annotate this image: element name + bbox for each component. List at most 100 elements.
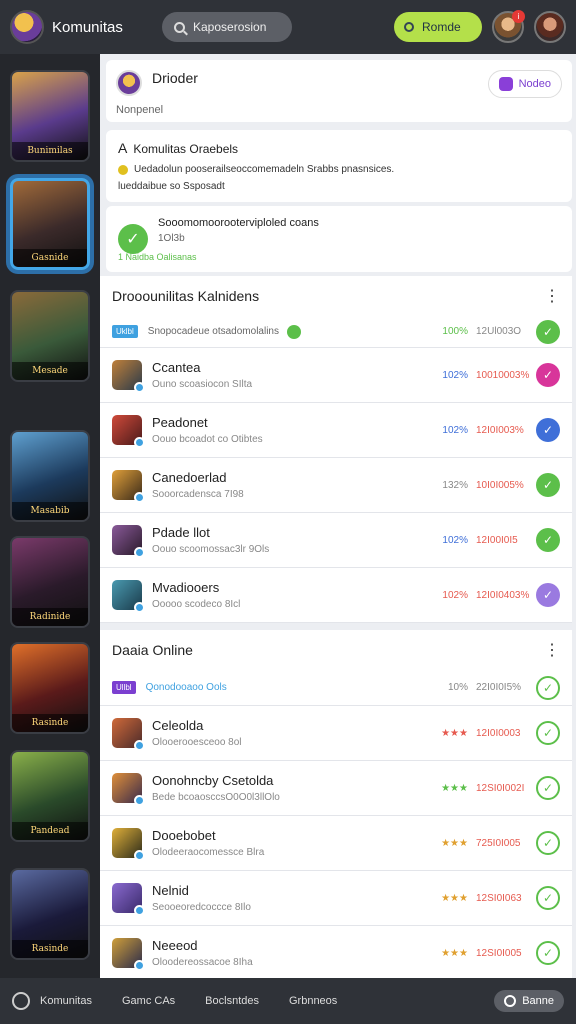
item-thumbnail	[112, 773, 145, 806]
item-name: Peadonet	[152, 415, 208, 430]
section-title-2: Daaia Online	[112, 642, 193, 658]
summary-check-button[interactable]: ✓	[536, 319, 560, 344]
item-action-button[interactable]: ✓	[536, 473, 560, 497]
list-item[interactable]: Pdade llot Oouo scoomossac3lr 9Ols 102% 12I…	[100, 513, 572, 568]
info-line-1-text: Uedadolun pooserailseoccomemadeln Srabbs…	[134, 164, 395, 175]
item-name: Neeeod	[152, 938, 198, 953]
section-summary-row: Uklbl Snopocadeue otsadomolalins 100% 12…	[100, 316, 572, 348]
item-value: 10010003%	[476, 369, 530, 381]
item-value: 12I0I003%	[476, 424, 524, 436]
item-subtitle: Olodeeraocomessce Blra	[152, 847, 265, 858]
avatar[interactable]: i	[492, 10, 525, 43]
profile-button[interactable]: Nodeo	[487, 70, 562, 98]
item-text: Ccantea Ouno scoasiocon SIlta	[152, 360, 436, 390]
item-rating: 102%	[442, 369, 468, 381]
info-line-2: lueddaibue so Ssposadt	[118, 181, 225, 192]
list-item[interactable]: Canedoerlad Sooorcadensca 7I98 132% 10I0I00…	[100, 458, 572, 513]
section-summary-text-2: Qonodooaoo Ools	[145, 682, 227, 693]
item-action-button[interactable]: ✓	[536, 776, 560, 800]
item-thumbnail	[112, 718, 145, 751]
rail-item-4[interactable]: Masabib	[10, 430, 90, 522]
community-rail: Bunimilas Gasnide Mesade Masabib Radinid…	[0, 54, 100, 978]
primary-action-button[interactable]: Romde	[394, 12, 482, 42]
chat-icon	[498, 77, 513, 91]
item-value: 12SI0I063	[476, 892, 522, 904]
rail-item-7[interactable]: Pandead	[10, 750, 90, 842]
item-action-button[interactable]: ✓	[536, 941, 560, 965]
info-heading: A Komulitas Oraebels	[118, 140, 560, 156]
search-icon	[174, 21, 185, 33]
bottom-tab-1[interactable]: Komunitas	[40, 995, 92, 1007]
item-text: Peadonet Oouo bcoadot co Otibtes	[152, 415, 436, 445]
home-icon[interactable]	[12, 992, 30, 1010]
rail-item-6[interactable]: Rasinde	[10, 642, 90, 734]
list-item[interactable]: Celeolda Olooerooesceoo 8ol ★★★ 12I0I0003 ✓	[100, 706, 572, 761]
bottom-tab-3[interactable]: Boclsntdes	[205, 995, 259, 1007]
app-logo-icon[interactable]	[10, 10, 44, 44]
section-title: Drooounilitas Kalnidens	[112, 288, 260, 304]
list-item[interactable]: Neeeod Oloodereossacoe 8Iha ★★★ 12SI0I005 ✓	[100, 926, 572, 978]
status-dot-icon	[134, 492, 145, 503]
item-thumbnail	[112, 415, 145, 448]
rail-item-1[interactable]: Bunimilas	[10, 70, 90, 162]
item-text: Pdade llot Oouo scoomossac3lr 9Ols	[152, 525, 436, 555]
bottom-tab-4[interactable]: Grbnneos	[289, 995, 337, 1007]
item-rating: ★★★	[441, 892, 468, 904]
item-action-button[interactable]: ✓	[536, 363, 560, 387]
list-item[interactable]: Dooebobet Olodeeraocomessce Blra ★★★ 725I0I…	[100, 816, 572, 871]
rail-item-label: Masabib	[12, 502, 88, 520]
list-item[interactable]: Oonohncby Csetolda Bede bcoaosccsO0O0l3ll…	[100, 761, 572, 816]
item-text: Dooebobet Olodeeraocomessce Blra	[152, 828, 436, 858]
list-item[interactable]: Peadonet Oouo bcoadot co Otibtes 102% 12I0I…	[100, 403, 572, 458]
status-link[interactable]: 1 Naidba Oalisanas	[118, 252, 319, 262]
bottom-button[interactable]: Banne	[494, 990, 564, 1012]
rail-item-2[interactable]: Gasnide	[10, 178, 90, 270]
search-input[interactable]: Kaposerosion	[162, 12, 292, 42]
rail-item-label: Rasinde	[12, 714, 88, 732]
more-icon[interactable]: ⋮	[544, 286, 560, 306]
item-action-button[interactable]: ✓	[536, 528, 560, 552]
item-text: Oonohncby Csetolda Bede bcoaosccsO0O0l3ll…	[152, 773, 436, 803]
item-name: Canedoerlad	[152, 470, 227, 485]
summary-check-button-2[interactable]: ✓	[536, 675, 560, 700]
list-item[interactable]: Nelnid Seooeoredcoccce 8Ilo ★★★ 12SI0I063 ✓	[100, 871, 572, 926]
item-action-button[interactable]: ✓	[536, 886, 560, 910]
item-subtitle: Olooerooesceoo 8ol	[152, 737, 242, 748]
list-item[interactable]: Ccantea Ouno scoasiocon SIlta 102% 10010003…	[100, 348, 572, 403]
item-subtitle: Oloodereossacoe 8Iha	[152, 957, 253, 968]
item-thumbnail	[112, 470, 145, 503]
rail-item-label: Bunimilas	[12, 142, 88, 160]
rail-item-8[interactable]: Rasinde	[10, 868, 90, 960]
item-action-button[interactable]: ✓	[536, 831, 560, 855]
user-avatar[interactable]	[534, 11, 566, 43]
item-action-button[interactable]: ✓	[536, 721, 560, 745]
bottom-tab-2[interactable]: Gamc CAs	[122, 995, 175, 1007]
item-name: Oonohncby Csetolda	[152, 773, 274, 788]
status-dot-icon	[134, 382, 145, 393]
rail-item-3[interactable]: Mesade	[10, 290, 90, 382]
notification-badge: i	[512, 10, 525, 23]
status-dot-icon	[134, 795, 145, 806]
check-icon: ✓	[118, 224, 148, 254]
item-subtitle: Ooooo scodeco 8Icl	[152, 599, 241, 610]
item-name: Dooebobet	[152, 828, 216, 843]
more-icon[interactable]: ⋮	[544, 640, 560, 660]
item-rating: 102%	[442, 589, 468, 601]
item-action-button[interactable]: ✓	[536, 418, 560, 442]
item-rating: ★★★	[441, 947, 468, 959]
rail-item-5[interactable]: Radinide	[10, 536, 90, 628]
profile-header: Drioder Nonpenel Nodeo	[106, 60, 572, 122]
item-text: Neeeod Oloodereossacoe 8Iha	[152, 938, 436, 968]
item-value: 12I0I0003	[476, 727, 521, 739]
profile-title: Drioder	[152, 70, 198, 86]
rail-item-label: Mesade	[12, 362, 88, 380]
summary-percent-2: 10%	[447, 682, 468, 693]
item-action-button[interactable]: ✓	[536, 583, 560, 607]
item-text: Mvadiooers Ooooo scodeco 8Icl	[152, 580, 436, 610]
section-tag: Uklbl	[112, 325, 138, 338]
list-item[interactable]: Mvadiooers Ooooo scodeco 8Icl 102% 12I0I040…	[100, 568, 572, 623]
status-dot-icon	[134, 547, 145, 558]
item-rating: ★★★	[441, 782, 468, 794]
app-title: Komunitas	[52, 18, 123, 36]
search-placeholder: Kaposerosion	[193, 20, 267, 34]
